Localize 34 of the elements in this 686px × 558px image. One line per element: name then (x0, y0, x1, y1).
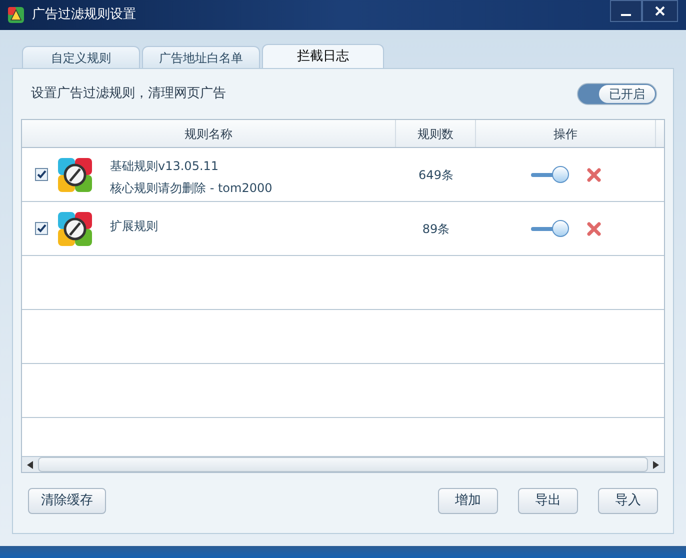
close-button[interactable] (642, 0, 678, 22)
minimize-icon (621, 14, 631, 16)
action-button[interactable]: 导入 (598, 488, 658, 514)
rule-name: 基础规则v13.05.11 (110, 158, 220, 175)
tab[interactable]: 自定义规则 (22, 46, 140, 68)
rule-count: 89条 (421, 220, 451, 238)
rule-name: 扩展规则 (110, 218, 158, 234)
description-text: 设置广告过滤规则，清理网页广告 (31, 85, 226, 104)
column-header: 规则名称 (22, 120, 396, 147)
rule-count: 649条 (418, 166, 454, 184)
tab[interactable]: 广告地址白名单 (142, 46, 260, 68)
horizontal-scrollbar[interactable] (22, 456, 664, 472)
rule-icon (58, 212, 92, 246)
delete-icon[interactable] (587, 168, 601, 182)
rule-icon (58, 158, 92, 192)
delete-icon[interactable] (587, 222, 601, 236)
rule-toggle[interactable] (531, 220, 569, 238)
checkbox[interactable] (35, 222, 48, 235)
rule-toggle[interactable] (531, 166, 569, 184)
checkbox[interactable] (35, 168, 48, 181)
app-icon (8, 7, 24, 23)
close-icon (655, 6, 665, 16)
tab[interactable]: 拦截日志 (262, 44, 384, 68)
action-button[interactable]: 导出 (518, 488, 578, 514)
action-button[interactable]: 清除缓存 (28, 488, 106, 514)
window-title: 广告过滤规则设置 (32, 6, 137, 24)
action-button[interactable]: 增加 (438, 488, 498, 514)
column-header: 规则数 (396, 120, 476, 147)
column-header: 操作 (476, 120, 656, 147)
minimize-button[interactable] (610, 0, 642, 22)
scroll-left-icon[interactable] (27, 460, 33, 468)
scroll-right-icon[interactable] (653, 460, 659, 468)
master-toggle[interactable]: 已开启 (577, 83, 657, 105)
rule-note: 核心规则请勿删除 - tom2000 (110, 180, 272, 197)
